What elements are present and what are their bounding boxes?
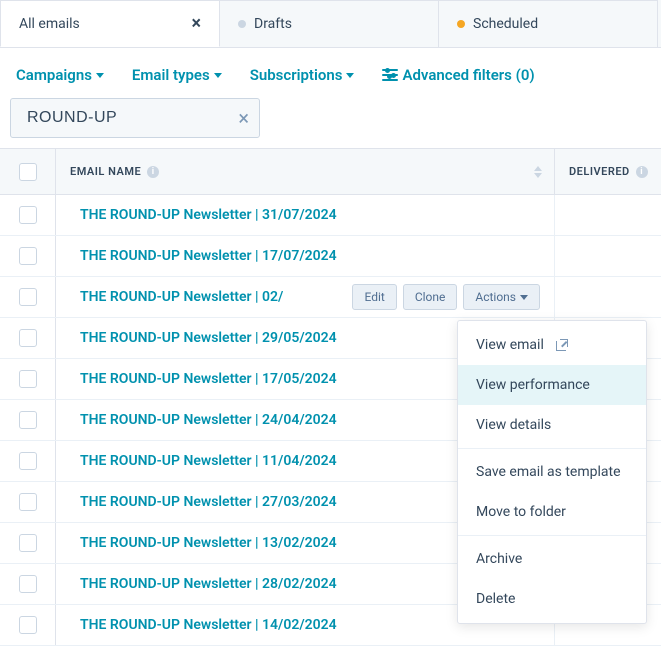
- dropdown-item[interactable]: Archive: [458, 539, 646, 579]
- table-row: THE ROUND-UP Newsletter | 31/07/2024: [0, 195, 661, 236]
- row-checkbox[interactable]: [19, 247, 37, 265]
- chevron-down-icon: [96, 73, 104, 78]
- th-delivered[interactable]: DELIVERED i: [555, 149, 661, 194]
- clear-icon[interactable]: ×: [238, 108, 249, 128]
- table-row: THE ROUND-UP Newsletter | 02/Edit CloneAc…: [0, 277, 661, 318]
- chevron-down-icon: [520, 295, 528, 300]
- chevron-down-icon: [346, 73, 354, 78]
- dropdown-item[interactable]: View email: [458, 325, 646, 365]
- row-checkbox[interactable]: [19, 493, 37, 511]
- row-checkbox[interactable]: [19, 452, 37, 470]
- row-actions: Edit CloneActions: [352, 284, 540, 310]
- tab-label: Drafts: [254, 16, 292, 32]
- email-name-link[interactable]: THE ROUND-UP Newsletter | 11/04/2024: [80, 453, 337, 469]
- td-delivered: [555, 195, 661, 235]
- td-name: THE ROUND-UP Newsletter | 17/07/2024: [56, 236, 555, 276]
- search-input[interactable]: [27, 109, 238, 127]
- info-icon[interactable]: i: [636, 166, 648, 178]
- filter-subscriptions[interactable]: Subscriptions: [250, 66, 355, 84]
- row-checkbox[interactable]: [19, 370, 37, 388]
- filter-email-types[interactable]: Email types: [132, 66, 222, 84]
- dropdown-item[interactable]: Save email as template: [458, 452, 646, 492]
- td-delivered: [555, 236, 661, 276]
- td-delivered: [555, 277, 661, 317]
- dropdown-item[interactable]: Delete: [458, 579, 646, 619]
- filter-bar: Campaigns Email types Subscriptions Adva…: [0, 48, 661, 98]
- row-checkbox[interactable]: [19, 575, 37, 593]
- td-check: [0, 523, 56, 563]
- th-email-name[interactable]: EMAIL NAME i: [56, 149, 555, 194]
- email-name-link[interactable]: THE ROUND-UP Newsletter | 14/02/2024: [80, 617, 337, 633]
- row-checkbox[interactable]: [19, 329, 37, 347]
- email-tabs: All emails × Drafts Scheduled: [0, 0, 661, 48]
- email-name-link[interactable]: THE ROUND-UP Newsletter | 27/03/2024: [80, 494, 337, 510]
- tab-all-emails[interactable]: All emails ×: [0, 0, 220, 47]
- row-checkbox[interactable]: [19, 534, 37, 552]
- actions-button[interactable]: Actions: [463, 284, 540, 310]
- actions-dropdown: View emailView performanceView details Sa…: [457, 320, 647, 624]
- td-check: [0, 236, 56, 276]
- email-name-link[interactable]: THE ROUND-UP Newsletter | 24/04/2024: [80, 412, 337, 428]
- search-wrap: ×: [0, 98, 661, 148]
- td-check: [0, 482, 56, 522]
- dropdown-separator: [458, 448, 646, 449]
- dropdown-separator: [458, 535, 646, 536]
- td-check: [0, 359, 56, 399]
- td-name: THE ROUND-UP Newsletter | 31/07/2024: [56, 195, 555, 235]
- email-name-link[interactable]: THE ROUND-UP Newsletter | 13/02/2024: [80, 535, 337, 551]
- tab-label: Scheduled: [473, 16, 538, 32]
- dropdown-item[interactable]: View details: [458, 405, 646, 445]
- td-check: [0, 441, 56, 481]
- td-check: [0, 277, 56, 317]
- search-box: ×: [10, 98, 260, 138]
- td-check: [0, 564, 56, 604]
- td-name: THE ROUND-UP Newsletter | 02/Edit CloneAc…: [56, 277, 555, 317]
- status-dot-icon: [457, 20, 465, 28]
- sort-icon[interactable]: [534, 166, 542, 178]
- info-icon[interactable]: i: [147, 166, 159, 178]
- sliders-icon: [382, 69, 398, 81]
- row-checkbox[interactable]: [19, 411, 37, 429]
- tab-scheduled[interactable]: Scheduled: [438, 0, 658, 47]
- email-name-link[interactable]: THE ROUND-UP Newsletter | 31/07/2024: [80, 207, 337, 223]
- tab-label: All emails: [19, 16, 80, 32]
- select-all-checkbox[interactable]: [19, 163, 37, 181]
- chevron-down-icon: [214, 73, 222, 78]
- edit-button[interactable]: Edit: [352, 284, 396, 310]
- td-check: [0, 318, 56, 358]
- td-check: [0, 400, 56, 440]
- th-select-all: [0, 149, 56, 194]
- dropdown-item[interactable]: View performance: [458, 365, 646, 405]
- row-checkbox[interactable]: [19, 288, 37, 306]
- td-check: [0, 605, 56, 645]
- row-checkbox[interactable]: [19, 616, 37, 634]
- status-dot-icon: [238, 20, 246, 28]
- tab-drafts[interactable]: Drafts: [219, 0, 439, 47]
- close-icon[interactable]: ×: [191, 13, 201, 34]
- dropdown-item[interactable]: Move to folder: [458, 492, 646, 532]
- filter-advanced[interactable]: Advanced filters (0): [382, 66, 534, 84]
- row-checkbox[interactable]: [19, 206, 37, 224]
- filter-campaigns[interactable]: Campaigns: [16, 66, 104, 84]
- table-row: THE ROUND-UP Newsletter | 17/07/2024: [0, 236, 661, 277]
- email-name-link[interactable]: THE ROUND-UP Newsletter | 02/: [80, 289, 283, 305]
- email-name-link[interactable]: THE ROUND-UP Newsletter | 17/07/2024: [80, 248, 337, 264]
- td-check: [0, 195, 56, 235]
- email-name-link[interactable]: THE ROUND-UP Newsletter | 17/05/2024: [80, 371, 337, 387]
- external-link-icon: [556, 339, 568, 351]
- table-header: EMAIL NAME i DELIVERED i: [0, 149, 661, 195]
- email-name-link[interactable]: THE ROUND-UP Newsletter | 29/05/2024: [80, 330, 337, 346]
- clone-button[interactable]: Clone: [403, 284, 458, 310]
- email-name-link[interactable]: THE ROUND-UP Newsletter | 28/02/2024: [80, 576, 337, 592]
